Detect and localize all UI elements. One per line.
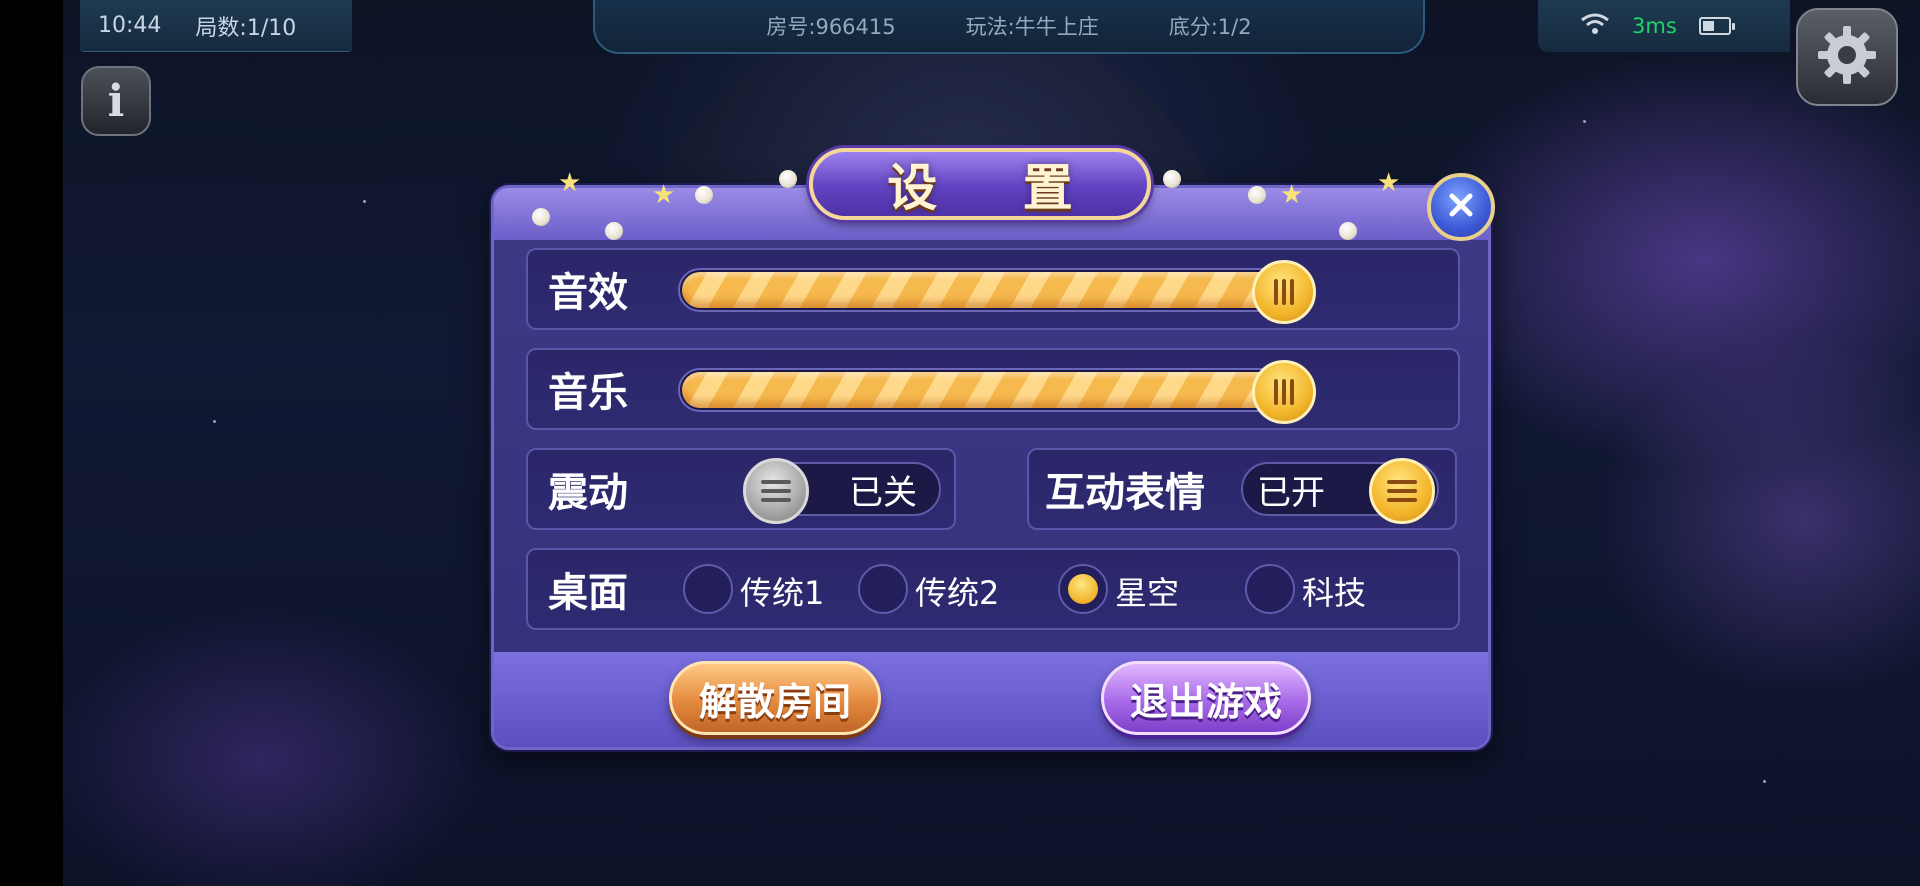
vibration-toggle[interactable]: 已关 bbox=[743, 458, 941, 524]
decoration-pearl bbox=[695, 186, 713, 204]
wifi-icon bbox=[1580, 12, 1610, 40]
vibration-label: 震动 bbox=[548, 470, 628, 516]
info-button[interactable]: i bbox=[81, 66, 151, 136]
settings-button[interactable] bbox=[1796, 8, 1898, 106]
decoration-star-icon: ★ bbox=[1377, 168, 1401, 198]
sound-effects-label: 音效 bbox=[548, 270, 628, 316]
decoration-pearl bbox=[1248, 186, 1266, 204]
background-star bbox=[363, 200, 366, 203]
round-counter: 局数:1/10 bbox=[195, 15, 297, 41]
decoration-star-icon: ★ bbox=[652, 180, 676, 210]
vibration-row: 震动 已关 bbox=[526, 448, 956, 530]
table-option-starry-label[interactable]: 星空 bbox=[1115, 568, 1179, 614]
background-star bbox=[213, 420, 216, 423]
table-option-traditional2-label[interactable]: 传统2 bbox=[915, 568, 999, 614]
decoration-pearl bbox=[605, 222, 623, 240]
music-slider[interactable] bbox=[678, 360, 1316, 424]
exit-game-button[interactable]: 退出游戏 bbox=[1101, 661, 1311, 735]
sound-effects-handle[interactable] bbox=[1252, 260, 1316, 324]
room-info-bar: 房号:966415 玩法:牛牛上庄 底分:1/2 bbox=[593, 0, 1425, 54]
table-option-traditional2-radio[interactable] bbox=[858, 564, 908, 614]
table-option-tech-label[interactable]: 科技 bbox=[1302, 568, 1366, 614]
dialog-title-plate: 设 置 bbox=[809, 148, 1151, 220]
decoration-pearl bbox=[1163, 170, 1181, 188]
music-handle[interactable] bbox=[1252, 360, 1316, 424]
sound-effects-fill bbox=[682, 272, 1298, 308]
close-dialog-button[interactable] bbox=[1427, 173, 1495, 241]
table-style-label: 桌面 bbox=[548, 570, 628, 616]
emotes-toggle[interactable]: 已开 bbox=[1241, 458, 1439, 524]
battery-icon bbox=[1698, 17, 1735, 35]
sound-effects-row: 音效 bbox=[526, 248, 1460, 330]
emotes-row: 互动表情 已开 bbox=[1027, 448, 1457, 530]
dialog-footer bbox=[494, 652, 1488, 747]
gear-icon bbox=[1816, 24, 1878, 90]
battery-level bbox=[1702, 21, 1714, 31]
background-star bbox=[1583, 120, 1586, 123]
decoration-pearl bbox=[1339, 222, 1357, 240]
table-option-starry-radio[interactable] bbox=[1058, 564, 1108, 614]
sound-effects-slider[interactable] bbox=[678, 260, 1316, 324]
emotes-state: 已开 bbox=[1257, 472, 1325, 513]
table-option-traditional1-radio[interactable] bbox=[683, 564, 733, 614]
music-row: 音乐 bbox=[526, 348, 1460, 430]
ping-value: 3ms bbox=[1632, 14, 1677, 38]
emotes-label: 互动表情 bbox=[1045, 470, 1205, 516]
background-star bbox=[1763, 780, 1766, 783]
status-left-bar: 10:44 局数:1/10 bbox=[80, 0, 352, 52]
table-style-row: 桌面 传统1 传统2 星空 科技 bbox=[526, 548, 1460, 630]
decoration-pearl bbox=[779, 170, 797, 188]
table-option-tech-radio[interactable] bbox=[1245, 564, 1295, 614]
table-option-traditional1-label[interactable]: 传统1 bbox=[740, 568, 824, 614]
decoration-pearl bbox=[532, 208, 550, 226]
dialog-title: 设 置 bbox=[887, 159, 1107, 217]
dissolve-room-button[interactable]: 解散房间 bbox=[669, 661, 881, 735]
status-right-bar: 3ms bbox=[1538, 0, 1790, 52]
music-fill bbox=[682, 372, 1298, 408]
decoration-star-icon: ★ bbox=[558, 168, 582, 198]
music-label: 音乐 bbox=[548, 370, 628, 416]
vibration-toggle-knob[interactable] bbox=[743, 458, 809, 524]
room-number: 房号:966415 bbox=[766, 15, 896, 39]
game-mode: 玩法:牛牛上庄 bbox=[965, 15, 1099, 39]
close-icon bbox=[1446, 190, 1476, 224]
vibration-state: 已关 bbox=[849, 472, 917, 513]
decoration-star-icon: ★ bbox=[1280, 180, 1304, 210]
settings-dialog: 音效 音乐 震动 已关 互动表情 已开 桌面 传统1 传统2 星空 科技 bbox=[491, 185, 1491, 750]
clock-time: 10:44 bbox=[98, 13, 162, 38]
base-score: 底分:1/2 bbox=[1168, 15, 1252, 39]
emotes-toggle-knob[interactable] bbox=[1369, 458, 1435, 524]
info-icon: i bbox=[107, 75, 125, 127]
